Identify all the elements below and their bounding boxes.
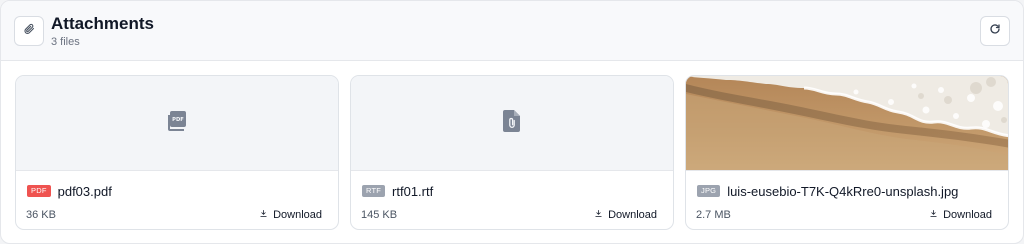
attachment-file-icon — [502, 109, 522, 138]
svg-text:PDF: PDF — [172, 117, 184, 123]
beach-photo — [686, 76, 1008, 170]
attach-button[interactable] — [14, 15, 44, 46]
file-name: rtf01.rtf — [392, 183, 434, 199]
refresh-button[interactable] — [980, 16, 1010, 46]
attachment-preview[interactable] — [686, 76, 1008, 171]
paperclip-icon — [23, 22, 35, 40]
download-icon — [259, 209, 273, 221]
download-label: Download — [608, 209, 657, 221]
attachment-card[interactable]: PDF PDF pdf03.pdf 36 KB Download — [15, 75, 339, 230]
attachment-card[interactable]: JPG luis-eusebio-T7K-Q4kRre0-unsplash.jp… — [685, 75, 1009, 230]
attachment-preview[interactable]: PDF — [16, 76, 338, 171]
download-button[interactable]: Download — [929, 209, 992, 221]
file-name: luis-eusebio-T7K-Q4kRre0-unsplash.jpg — [727, 183, 959, 199]
file-type-badge: RTF — [362, 185, 386, 197]
download-label: Download — [273, 209, 322, 221]
download-button[interactable]: Download — [259, 209, 322, 221]
download-label: Download — [943, 209, 992, 221]
attachments-grid: PDF PDF pdf03.pdf 36 KB Download RTF rtf… — [15, 75, 1009, 230]
download-button[interactable]: Download — [594, 209, 657, 221]
file-size: 36 KB — [26, 209, 56, 221]
file-count: 3 files — [51, 35, 80, 48]
download-icon — [929, 209, 943, 221]
download-icon — [594, 209, 608, 221]
attachments-panel: Attachments 3 files PDF PDF pdf03.pdf 36… — [0, 0, 1024, 244]
page-title: Attachments — [51, 13, 154, 33]
file-size: 145 KB — [361, 209, 398, 221]
attachment-preview[interactable] — [351, 76, 673, 171]
attachment-card[interactable]: RTF rtf01.rtf 145 KB Download — [350, 75, 674, 230]
file-size: 2.7 MB — [696, 209, 731, 221]
attachments-header: Attachments 3 files — [1, 1, 1023, 61]
file-type-badge: PDF — [27, 185, 51, 197]
file-type-badge: JPG — [697, 185, 721, 197]
file-name: pdf03.pdf — [57, 183, 112, 199]
refresh-icon — [989, 22, 1001, 40]
pdf-file-icon: PDF — [165, 109, 189, 138]
